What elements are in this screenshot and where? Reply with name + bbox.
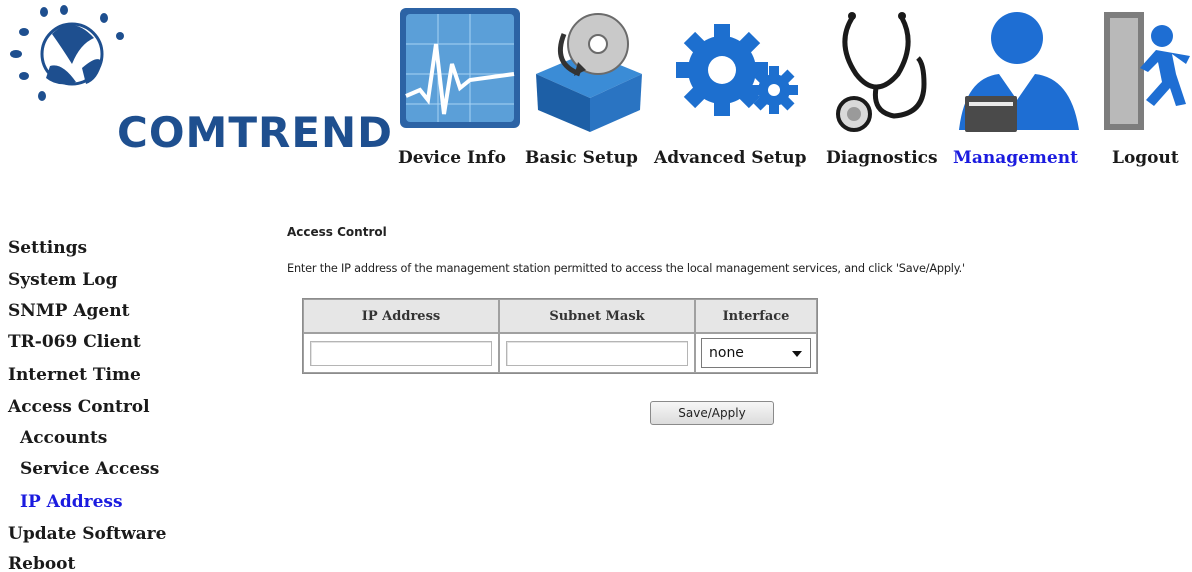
stethoscope-icon[interactable] <box>832 4 942 134</box>
nav-management[interactable]: Management <box>953 148 1078 168</box>
nav-device-info[interactable]: Device Info <box>398 148 506 168</box>
box-disc-icon[interactable] <box>530 4 648 134</box>
column-header-subnet-mask: Subnet Mask <box>499 299 695 333</box>
subnet-mask-cell <box>499 333 695 373</box>
sidebar-item-service-access[interactable]: Service Access <box>20 459 159 479</box>
sidebar-item-settings[interactable]: Settings <box>8 238 87 258</box>
ip-address-input[interactable] <box>310 340 492 366</box>
ip-address-cell <box>303 333 499 373</box>
page-title: Access Control <box>287 225 387 239</box>
sidebar-item-reboot[interactable]: Reboot <box>8 554 75 572</box>
subnet-mask-input[interactable] <box>506 340 688 366</box>
sidebar-item-tr069-client[interactable]: TR-069 Client <box>8 332 141 352</box>
sidebar-item-accounts[interactable]: Accounts <box>20 428 107 448</box>
main-content: Access Control Enter the IP address of t… <box>232 210 1192 572</box>
header: COMTREND Device Info Basic Setup Advance… <box>0 0 1192 210</box>
save-apply-button[interactable]: Save/Apply <box>650 401 774 425</box>
gears-icon[interactable] <box>670 4 800 134</box>
sidebar-item-internet-time[interactable]: Internet Time <box>8 365 141 385</box>
comtrend-logo: COMTREND <box>2 4 392 194</box>
nav-logout[interactable]: Logout <box>1112 148 1179 168</box>
brand-name: COMTREND <box>117 108 394 157</box>
table-header-row: IP Address Subnet Mask Interface <box>303 299 817 333</box>
column-header-ip-address: IP Address <box>303 299 499 333</box>
sidebar-item-ip-address[interactable]: IP Address <box>20 492 123 512</box>
column-header-interface: Interface <box>695 299 817 333</box>
sidebar: Settings System Log SNMP Agent TR-069 Cl… <box>0 210 232 572</box>
monitor-chart-icon[interactable] <box>398 4 524 134</box>
sidebar-item-snmp-agent[interactable]: SNMP Agent <box>8 301 129 321</box>
nav-advanced-setup[interactable]: Advanced Setup <box>654 148 807 168</box>
user-card-icon[interactable] <box>955 4 1085 134</box>
instruction-text: Enter the IP address of the management s… <box>287 262 965 275</box>
access-control-table: IP Address Subnet Mask Interface none <box>302 298 818 374</box>
interface-cell: none <box>695 333 817 373</box>
nav-basic-setup[interactable]: Basic Setup <box>525 148 638 168</box>
chevron-down-icon <box>792 351 802 357</box>
interface-select[interactable]: none <box>701 338 811 368</box>
sidebar-item-access-control[interactable]: Access Control <box>8 397 150 417</box>
table-row: none <box>303 333 817 373</box>
nav-diagnostics[interactable]: Diagnostics <box>826 148 938 168</box>
sidebar-item-system-log[interactable]: System Log <box>8 270 117 290</box>
interface-select-value: none <box>709 345 744 361</box>
exit-runner-icon[interactable] <box>1100 4 1192 134</box>
sidebar-item-update-software[interactable]: Update Software <box>8 524 166 544</box>
